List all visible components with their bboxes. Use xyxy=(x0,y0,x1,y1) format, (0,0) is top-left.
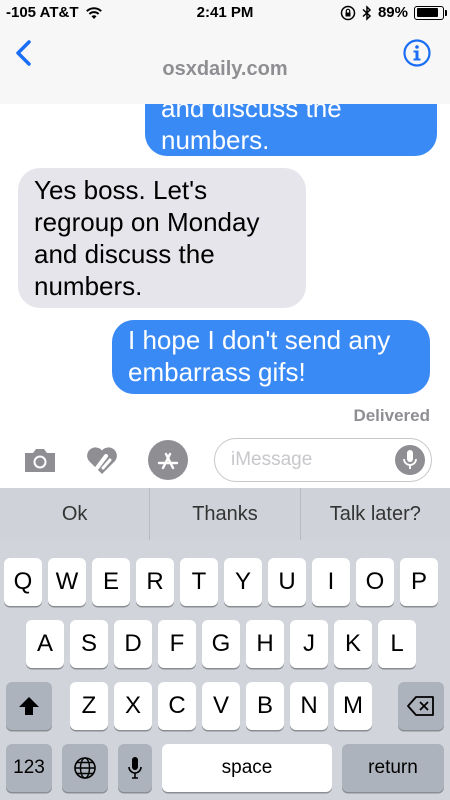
app-store-button[interactable] xyxy=(148,440,188,480)
prediction-suggestion[interactable]: Thanks xyxy=(150,488,301,540)
dictation-key[interactable] xyxy=(118,744,152,792)
key-t[interactable]: T xyxy=(180,558,218,606)
key-w[interactable]: W xyxy=(48,558,86,606)
key-m[interactable]: M xyxy=(334,682,372,730)
digital-touch-button[interactable] xyxy=(82,442,122,478)
contact-name[interactable]: osxdaily.com xyxy=(0,58,450,81)
keyboard: 123 space return QWERTYUIOP ASDFGHJKL ZXCV… xyxy=(0,540,450,800)
message-bubble-sent[interactable]: and discuss the numbers. xyxy=(145,104,437,156)
shift-icon xyxy=(19,697,39,715)
key-n[interactable]: N xyxy=(290,682,328,730)
delete-key[interactable] xyxy=(398,682,444,730)
numbers-key[interactable]: 123 xyxy=(6,744,52,792)
key-j[interactable]: J xyxy=(290,620,328,668)
backspace-icon xyxy=(407,696,434,716)
message-bubble-sent[interactable]: I hope I don't send any embarrass gifs! xyxy=(112,320,430,394)
key-a[interactable]: A xyxy=(26,620,64,668)
message-bubble-received[interactable]: Yes boss. Let's regroup on Monday and di… xyxy=(18,168,306,308)
rotation-lock-icon xyxy=(340,5,356,20)
key-e[interactable]: E xyxy=(92,558,130,606)
imessage-input[interactable]: iMessage xyxy=(214,438,432,482)
bluetooth-icon xyxy=(362,4,372,21)
key-b[interactable]: B xyxy=(246,682,284,730)
microphone-icon[interactable] xyxy=(395,445,425,475)
camera-icon xyxy=(25,449,55,472)
key-s[interactable]: S xyxy=(70,620,108,668)
microphone-icon xyxy=(128,757,142,779)
key-d[interactable]: D xyxy=(114,620,152,668)
key-x[interactable]: X xyxy=(114,682,152,730)
key-k[interactable]: K xyxy=(334,620,372,668)
globe-key[interactable] xyxy=(62,744,108,792)
key-v[interactable]: V xyxy=(202,682,240,730)
camera-button[interactable] xyxy=(20,442,60,478)
predictive-text-bar: Ok Thanks Talk later? xyxy=(0,488,450,540)
app-store-icon xyxy=(157,452,179,470)
key-i[interactable]: I xyxy=(312,558,350,606)
message-thread[interactable]: and discuss the numbers. Yes boss. Let's… xyxy=(0,104,450,432)
battery-percent: 89% xyxy=(377,4,408,21)
conversation-header: osxdaily.com xyxy=(0,26,450,104)
message-input-bar: iMessage xyxy=(0,432,450,488)
prediction-suggestion[interactable]: Ok xyxy=(0,488,151,540)
info-icon[interactable] xyxy=(402,38,432,68)
key-c[interactable]: C xyxy=(158,682,196,730)
key-r[interactable]: R xyxy=(136,558,174,606)
key-l[interactable]: L xyxy=(378,620,416,668)
key-o[interactable]: O xyxy=(356,558,394,606)
digital-touch-heart-icon xyxy=(87,447,117,474)
shift-key[interactable] xyxy=(6,682,52,730)
key-h[interactable]: H xyxy=(246,620,284,668)
return-key[interactable]: return xyxy=(342,744,444,792)
space-key[interactable]: space xyxy=(162,744,332,792)
globe-icon xyxy=(74,757,96,779)
key-y[interactable]: Y xyxy=(224,558,262,606)
battery-icon xyxy=(414,5,447,20)
key-g[interactable]: G xyxy=(202,620,240,668)
status-bar: -105 AT&T 2:41 PM 89% xyxy=(0,0,450,26)
imessage-placeholder: iMessage xyxy=(231,449,313,470)
delivered-status: Delivered xyxy=(353,406,430,425)
prediction-suggestion[interactable]: Talk later? xyxy=(301,488,450,540)
key-q[interactable]: Q xyxy=(4,558,42,606)
key-u[interactable]: U xyxy=(268,558,306,606)
key-p[interactable]: P xyxy=(400,558,438,606)
key-f[interactable]: F xyxy=(158,620,196,668)
key-z[interactable]: Z xyxy=(70,682,108,730)
